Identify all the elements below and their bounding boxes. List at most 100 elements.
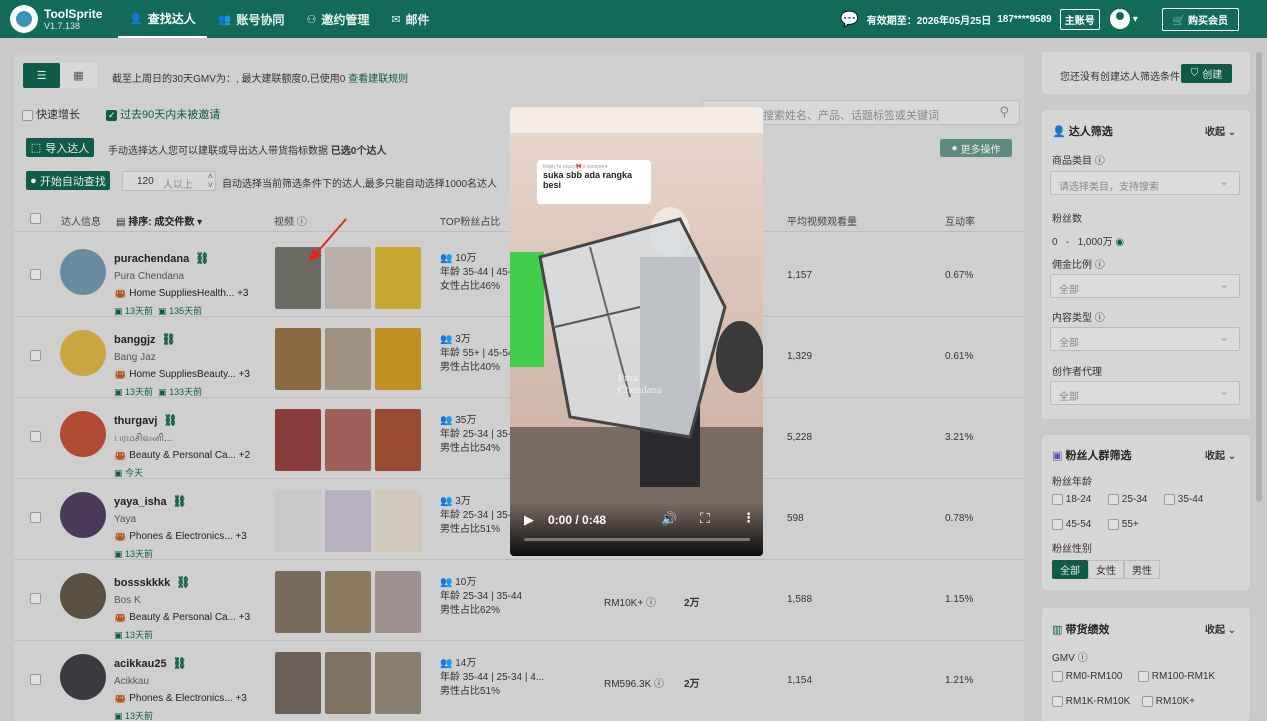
creator-name[interactable]: purachendana ⛓ xyxy=(114,252,209,265)
video-thumbnail[interactable] xyxy=(325,409,371,471)
help-icon[interactable]: ⓘ xyxy=(1095,260,1105,271)
fast-growth-checkbox[interactable]: 快速增长 xyxy=(22,106,80,122)
link-icon[interactable]: ⛓ xyxy=(163,415,177,427)
avatar[interactable] xyxy=(60,330,106,376)
avatar[interactable] xyxy=(60,654,106,700)
avg-views-value: 5,228 xyxy=(787,432,813,443)
row-checkbox[interactable] xyxy=(30,431,41,442)
video-thumbnail[interactable] xyxy=(375,247,421,309)
video-thumbnail[interactable] xyxy=(375,571,421,633)
video-thumbnail[interactable] xyxy=(275,571,321,633)
gender-female-button[interactable]: 女性 xyxy=(1088,560,1124,579)
auto-find-button[interactable]: ● 开始自动查找 xyxy=(26,171,110,190)
help-icon[interactable]: ⓘ xyxy=(1078,653,1088,664)
creator-name[interactable]: bossskkkk ⛓ xyxy=(114,576,190,589)
agency-select[interactable]: 全部 xyxy=(1050,381,1240,405)
row-checkbox[interactable] xyxy=(30,350,41,361)
help-icon[interactable]: ⓘ xyxy=(654,679,664,690)
more-options-icon[interactable]: ⋮ xyxy=(742,510,755,526)
category-select[interactable]: 请选择类目，支持搜索 xyxy=(1050,171,1240,195)
collapse-toggle[interactable]: 收起 ⌄ xyxy=(1205,447,1236,462)
row-checkbox[interactable] xyxy=(30,512,41,523)
followers-range[interactable]: 0 - 1,000万 ◉ xyxy=(1052,233,1124,248)
video-thumbnail[interactable] xyxy=(375,652,421,714)
scrollbar[interactable] xyxy=(1256,52,1262,502)
age-option[interactable]: 55+ xyxy=(1108,519,1139,530)
row-checkbox[interactable] xyxy=(30,269,41,280)
video-progress-bar[interactable] xyxy=(524,538,750,541)
link-icon[interactable]: ⛓ xyxy=(173,496,187,508)
buy-membership-button[interactable]: 🛒 购买会员 xyxy=(1161,7,1239,31)
link-icon[interactable]: ⛓ xyxy=(176,577,190,589)
gmv-option[interactable]: RM1K-RM10K xyxy=(1052,696,1130,707)
avatar[interactable] xyxy=(60,492,106,538)
video-thumbnail[interactable] xyxy=(375,409,421,471)
user-avatar-icon[interactable] xyxy=(1109,9,1130,29)
collapse-toggle[interactable]: 收起 ⌄ xyxy=(1205,621,1236,636)
age-option[interactable]: 45-54 xyxy=(1052,519,1091,530)
stepper-icon[interactable]: ˄ ˅ xyxy=(208,172,213,190)
help-icon[interactable]: ⓘ xyxy=(646,598,656,609)
creator-name[interactable]: acikkau25 ⛓ xyxy=(114,657,187,670)
commission-select[interactable]: 全部 xyxy=(1050,274,1240,298)
import-creators-button[interactable]: ⬚ 导入达人 xyxy=(26,138,94,157)
nav-invite-manage[interactable]: ⚇ 邀约管理 xyxy=(295,0,380,38)
creator-name[interactable]: banggjz ⛓ xyxy=(114,333,176,346)
auto-count-input[interactable]: 120 人以上 ˄ ˅ xyxy=(122,171,216,191)
gender-all-button[interactable]: 全部 xyxy=(1052,560,1088,579)
nav-account-collab[interactable]: 👥 账号协同 xyxy=(207,0,296,38)
video-player[interactable]: Reply to rizzzy🎀's comment suka sbb ada … xyxy=(510,107,763,556)
gender-male-button[interactable]: 男性 xyxy=(1124,560,1160,579)
video-thumbnail[interactable] xyxy=(275,409,321,471)
video-thumbnail[interactable] xyxy=(325,490,371,552)
fullscreen-icon[interactable]: ⛶ xyxy=(700,510,710,527)
creator-name[interactable]: yaya_isha ⛓ xyxy=(114,495,187,508)
age-option[interactable]: 35-44 xyxy=(1164,494,1203,505)
table-row[interactable]: bossskkkk ⛓ Bos K 👜 Beauty & Personal Ca...… xyxy=(14,560,1024,641)
chat-icon[interactable]: 💬 xyxy=(840,10,859,28)
video-thumbnail[interactable] xyxy=(325,571,371,633)
video-thumbnail[interactable] xyxy=(325,328,371,390)
app-logo[interactable]: ToolSprite V1.7.138 xyxy=(10,5,118,33)
content-type-select[interactable]: 全部 xyxy=(1050,327,1240,351)
volume-icon[interactable]: 🔊 xyxy=(661,511,677,527)
sort-dropdown[interactable]: ▤ 排序: 成交件数 ▾ xyxy=(116,213,202,228)
help-icon[interactable]: ⓘ xyxy=(1095,313,1105,324)
collapse-toggle[interactable]: 收起 ⌄ xyxy=(1205,123,1236,138)
link-icon[interactable]: ⛓ xyxy=(162,334,176,346)
table-row[interactable]: acikkau25 ⛓ Acikkau 👜 Phones & Electronics.… xyxy=(14,641,1024,721)
creator-name[interactable]: thurgavj ⛓ xyxy=(114,414,177,427)
more-actions-button[interactable]: ● 更多操作 xyxy=(940,139,1012,157)
row-checkbox[interactable] xyxy=(30,674,41,685)
nav-mail[interactable]: ✉ 邮件 xyxy=(380,0,440,38)
play-icon[interactable]: ▶ xyxy=(524,512,534,528)
avatar[interactable] xyxy=(60,411,106,457)
nav-find-creators[interactable]: 👤 查找达人 xyxy=(118,0,207,38)
age-option[interactable]: 25-34 xyxy=(1108,494,1147,505)
grid-view-button[interactable]: ▦ xyxy=(60,63,97,88)
create-filter-button[interactable]: ⛉ 创建 xyxy=(1181,64,1232,83)
not-invited-checkbox[interactable]: 过去90天内未被邀请 xyxy=(106,106,220,122)
gmv-option[interactable]: RM10K+ xyxy=(1142,696,1195,707)
avatar[interactable] xyxy=(60,573,106,619)
video-thumbnail[interactable] xyxy=(275,328,321,390)
gmv-option[interactable]: RM100-RM1K xyxy=(1138,671,1215,682)
target-icon[interactable]: ◉ xyxy=(1115,237,1124,248)
gmv-option[interactable]: RM0-RM100 xyxy=(1052,671,1122,682)
avatar[interactable] xyxy=(60,249,106,295)
age-option[interactable]: 18-24 xyxy=(1052,494,1091,505)
row-checkbox[interactable] xyxy=(30,593,41,604)
video-thumbnail[interactable] xyxy=(275,652,321,714)
video-thumbnail[interactable] xyxy=(275,490,321,552)
video-thumbnail[interactable] xyxy=(375,328,421,390)
view-rules-link[interactable]: 查看建联规则 xyxy=(348,74,408,85)
chevron-down-icon[interactable]: ▾ xyxy=(1133,14,1138,25)
list-view-button[interactable]: ☰ xyxy=(23,63,60,88)
search-icon[interactable]: ⚲ xyxy=(999,104,1009,120)
select-all-checkbox[interactable] xyxy=(30,213,41,224)
video-thumbnail[interactable] xyxy=(375,490,421,552)
video-thumbnail[interactable] xyxy=(325,652,371,714)
link-icon[interactable]: ⛓ xyxy=(195,253,209,265)
link-icon[interactable]: ⛓ xyxy=(173,658,187,670)
help-icon[interactable]: ⓘ xyxy=(1095,156,1105,167)
